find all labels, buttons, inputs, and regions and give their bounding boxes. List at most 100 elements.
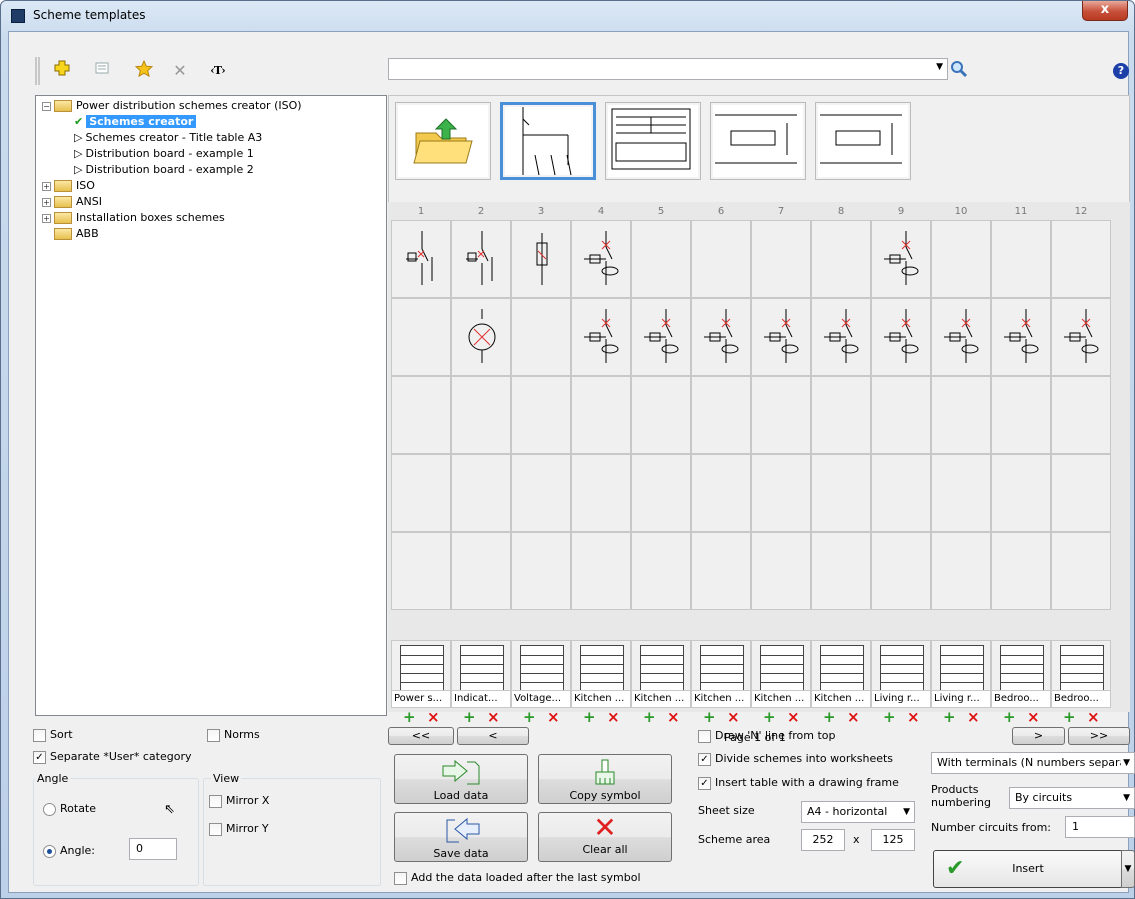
scheme-cell[interactable] xyxy=(871,298,931,376)
insert-dropdown-button[interactable]: ▼ xyxy=(1121,850,1135,888)
copy-symbol-button[interactable]: Copy symbol xyxy=(538,754,672,804)
scheme-cell[interactable] xyxy=(871,376,931,454)
scheme-cell[interactable] xyxy=(931,454,991,532)
scheme-cell[interactable] xyxy=(811,532,871,610)
scheme-area-width[interactable]: 252 xyxy=(801,829,845,851)
remove-circuit-icon[interactable]: × xyxy=(1087,708,1100,726)
load-data-button[interactable]: Load data xyxy=(394,754,528,804)
scheme-cell[interactable] xyxy=(991,220,1051,298)
scheme-cell[interactable] xyxy=(931,532,991,610)
tree-item-iso[interactable]: + ISO xyxy=(42,178,95,194)
scheme-cell[interactable] xyxy=(871,220,931,298)
scheme-area-height[interactable]: 125 xyxy=(871,829,915,851)
separate-user-checkbox[interactable]: ✓ Separate *User* category xyxy=(33,750,192,764)
scheme-cell[interactable] xyxy=(751,376,811,454)
rotate-radio[interactable]: Rotate xyxy=(43,802,96,816)
scheme-cell[interactable] xyxy=(691,454,751,532)
circuit-label[interactable]: Living r... xyxy=(871,690,931,708)
add-circuit-icon[interactable]: + xyxy=(883,708,896,726)
add-circuit-icon[interactable]: + xyxy=(523,708,536,726)
scheme-cell[interactable] xyxy=(811,298,871,376)
angle-radio[interactable]: Angle: xyxy=(43,844,95,858)
scheme-cell[interactable] xyxy=(691,220,751,298)
add-circuit-icon[interactable]: + xyxy=(823,708,836,726)
add-circuit-icon[interactable]: + xyxy=(943,708,956,726)
mirror-x-checkbox[interactable]: Mirror X xyxy=(209,794,269,808)
insert-table-checkbox[interactable]: ✓ Insert table with a drawing frame xyxy=(698,776,899,790)
add-circuit-icon[interactable]: + xyxy=(463,708,476,726)
frame-thumb-1[interactable] xyxy=(710,102,806,180)
add-circuit-icon[interactable]: + xyxy=(1063,708,1076,726)
tree-item-installation-boxes[interactable]: + Installation boxes schemes xyxy=(42,210,225,226)
scheme-cell[interactable] xyxy=(931,376,991,454)
scheme-cell[interactable] xyxy=(631,532,691,610)
scheme-cell[interactable] xyxy=(991,376,1051,454)
circuit-label[interactable]: Bedroo... xyxy=(1051,690,1111,708)
scheme-cell[interactable] xyxy=(751,454,811,532)
circuit-label[interactable]: Indicat... xyxy=(451,690,511,708)
collapse-icon[interactable]: − xyxy=(42,101,51,111)
expand-icon[interactable]: + xyxy=(42,181,51,191)
circuit-label[interactable]: Kitchen ... xyxy=(571,690,631,708)
scheme-cell[interactable] xyxy=(1051,454,1111,532)
scheme-cell[interactable] xyxy=(571,532,631,610)
scheme-cell[interactable] xyxy=(871,532,931,610)
open-folder-thumb[interactable] xyxy=(395,102,491,180)
remove-circuit-icon[interactable]: × xyxy=(487,708,500,726)
scheme-cell[interactable] xyxy=(1051,376,1111,454)
scheme-cell[interactable] xyxy=(931,298,991,376)
scheme-cell[interactable] xyxy=(811,376,871,454)
scheme-cell[interactable] xyxy=(451,298,511,376)
remove-circuit-icon[interactable]: × xyxy=(967,708,980,726)
favorite-star-icon[interactable] xyxy=(133,59,155,82)
circuit-label[interactable]: Kitchen ... xyxy=(631,690,691,708)
draw-n-line-checkbox[interactable]: Draw 'N' line from top xyxy=(698,729,835,743)
scheme-cell[interactable] xyxy=(631,376,691,454)
frame-thumb-2[interactable] xyxy=(815,102,911,180)
scheme-thumb-1[interactable] xyxy=(500,102,596,180)
add-circuit-icon[interactable]: + xyxy=(583,708,596,726)
clear-all-button[interactable]: ✕ Clear all xyxy=(538,812,672,862)
scheme-cell[interactable] xyxy=(451,376,511,454)
scheme-cell[interactable] xyxy=(511,454,571,532)
circuit-label[interactable]: Kitchen ... xyxy=(691,690,751,708)
scheme-cell[interactable] xyxy=(631,454,691,532)
numbering-select[interactable]: By circuits ▼ xyxy=(1009,787,1135,809)
add-circuit-icon[interactable]: + xyxy=(1003,708,1016,726)
add-icon[interactable] xyxy=(51,60,73,82)
remove-circuit-icon[interactable]: × xyxy=(1027,708,1040,726)
scheme-cell[interactable] xyxy=(391,454,451,532)
scheme-cell[interactable] xyxy=(811,454,871,532)
help-icon[interactable]: ? xyxy=(1113,63,1129,79)
scheme-cell[interactable] xyxy=(751,220,811,298)
remove-circuit-icon[interactable]: × xyxy=(547,708,560,726)
scheme-cell[interactable] xyxy=(811,220,871,298)
mirror-y-checkbox[interactable]: Mirror Y xyxy=(209,822,269,836)
scheme-cell[interactable] xyxy=(451,532,511,610)
scheme-cell[interactable] xyxy=(391,220,451,298)
add-circuit-icon[interactable]: + xyxy=(403,708,416,726)
close-button[interactable]: x xyxy=(1082,1,1128,21)
angle-input[interactable]: 0 xyxy=(129,838,177,860)
add-circuit-icon[interactable]: + xyxy=(643,708,656,726)
scheme-cell[interactable] xyxy=(1051,220,1111,298)
text-tool-icon[interactable]: ‹T› xyxy=(207,60,229,82)
tree-item-schemes-creator[interactable]: ✔ Schemes creator xyxy=(74,114,197,130)
norms-checkbox[interactable]: Norms xyxy=(207,728,260,742)
terminals-select[interactable]: With terminals (N numbers separa ▼ xyxy=(931,752,1135,774)
expand-icon[interactable]: + xyxy=(42,197,51,207)
save-data-button[interactable]: Save data xyxy=(394,812,528,862)
scheme-cell[interactable] xyxy=(751,532,811,610)
scheme-cell[interactable] xyxy=(451,220,511,298)
scheme-cell[interactable] xyxy=(391,376,451,454)
divide-worksheets-checkbox[interactable]: ✓ Divide schemes into worksheets xyxy=(698,752,893,766)
add-after-checkbox[interactable]: Add the data loaded after the last symbo… xyxy=(394,871,641,885)
scheme-cell[interactable] xyxy=(991,298,1051,376)
tree-item-abb[interactable]: ABB xyxy=(54,226,99,242)
scheme-cell[interactable] xyxy=(571,298,631,376)
scheme-cell[interactable] xyxy=(871,454,931,532)
sheet-size-select[interactable]: A4 - horizontal ▼ xyxy=(801,801,915,823)
sort-checkbox[interactable]: Sort xyxy=(33,728,73,742)
tree-item-board-example-2[interactable]: ▷ Distribution board - example 2 xyxy=(74,162,254,178)
search-icon[interactable] xyxy=(950,60,968,78)
